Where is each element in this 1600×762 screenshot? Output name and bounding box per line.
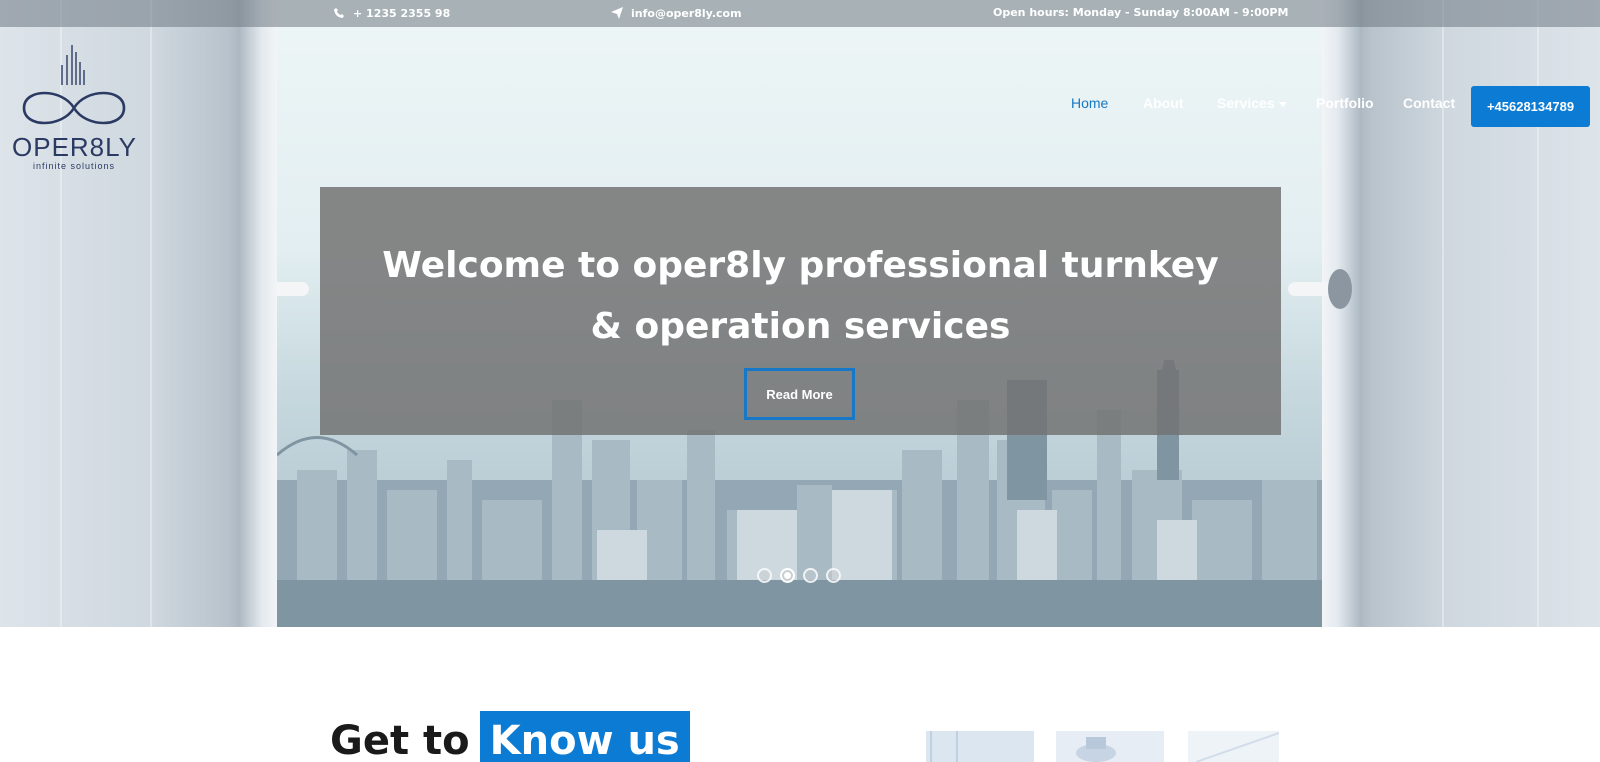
logo-skyline-infinity-icon xyxy=(22,45,126,125)
site-logo[interactable]: OPER8LY infinite solutions xyxy=(12,40,136,175)
hero-title-line2: & operation services xyxy=(590,306,1011,347)
nav-portfolio[interactable]: Portfolio xyxy=(1316,95,1374,111)
nav-services-label: Services xyxy=(1217,95,1275,111)
nav-about[interactable]: About xyxy=(1143,95,1183,111)
logo-tagline: infinite solutions xyxy=(32,161,116,171)
slider-dot-3[interactable] xyxy=(803,568,818,583)
paper-plane-icon xyxy=(610,6,624,20)
nav-home[interactable]: Home xyxy=(1071,95,1108,111)
topbar-hours-text: Open hours: Monday - Sunday 8:00AM - 9:0… xyxy=(993,6,1289,19)
logo-wordmark: OPER8LY xyxy=(12,132,138,162)
topbar-phone[interactable]: + 1235 2355 98 xyxy=(332,6,450,20)
about-heading: Get to Know us xyxy=(330,711,690,762)
door-handle-left xyxy=(245,269,309,309)
slider-dot-2[interactable] xyxy=(780,568,795,583)
about-heading-plain: Get to xyxy=(330,718,470,762)
phone-icon xyxy=(332,6,346,20)
read-more-button[interactable]: Read More xyxy=(744,368,855,420)
call-phone-button[interactable]: +45628134789 xyxy=(1471,86,1590,127)
slider-pagination xyxy=(757,568,841,583)
topbar-email[interactable]: info@oper8ly.com xyxy=(610,6,742,20)
hero-title-line1: Welcome to oper8ly professional turnkey xyxy=(382,245,1219,286)
about-heading-highlight: Know us xyxy=(479,711,690,762)
nav-contact[interactable]: Contact xyxy=(1403,95,1455,111)
topbar-phone-text: + 1235 2355 98 xyxy=(353,6,451,20)
hero-title: Welcome to oper8ly professional turnkey … xyxy=(320,235,1281,357)
door-handle-right xyxy=(1288,269,1352,309)
nav-services[interactable]: Services xyxy=(1217,95,1287,111)
topbar-email-text: info@oper8ly.com xyxy=(631,6,742,20)
slider-dot-1[interactable] xyxy=(757,568,772,583)
chevron-down-icon xyxy=(1278,101,1287,107)
hero-caption-box: Welcome to oper8ly professional turnkey … xyxy=(320,187,1281,435)
about-image-strip xyxy=(926,731,1279,762)
topbar-hours: Open hours: Monday - Sunday 8:00AM - 9:0… xyxy=(993,6,1288,19)
top-info-bar: + 1235 2355 98 info@oper8ly.com Open hou… xyxy=(0,0,1600,27)
slider-dot-4[interactable] xyxy=(826,568,841,583)
